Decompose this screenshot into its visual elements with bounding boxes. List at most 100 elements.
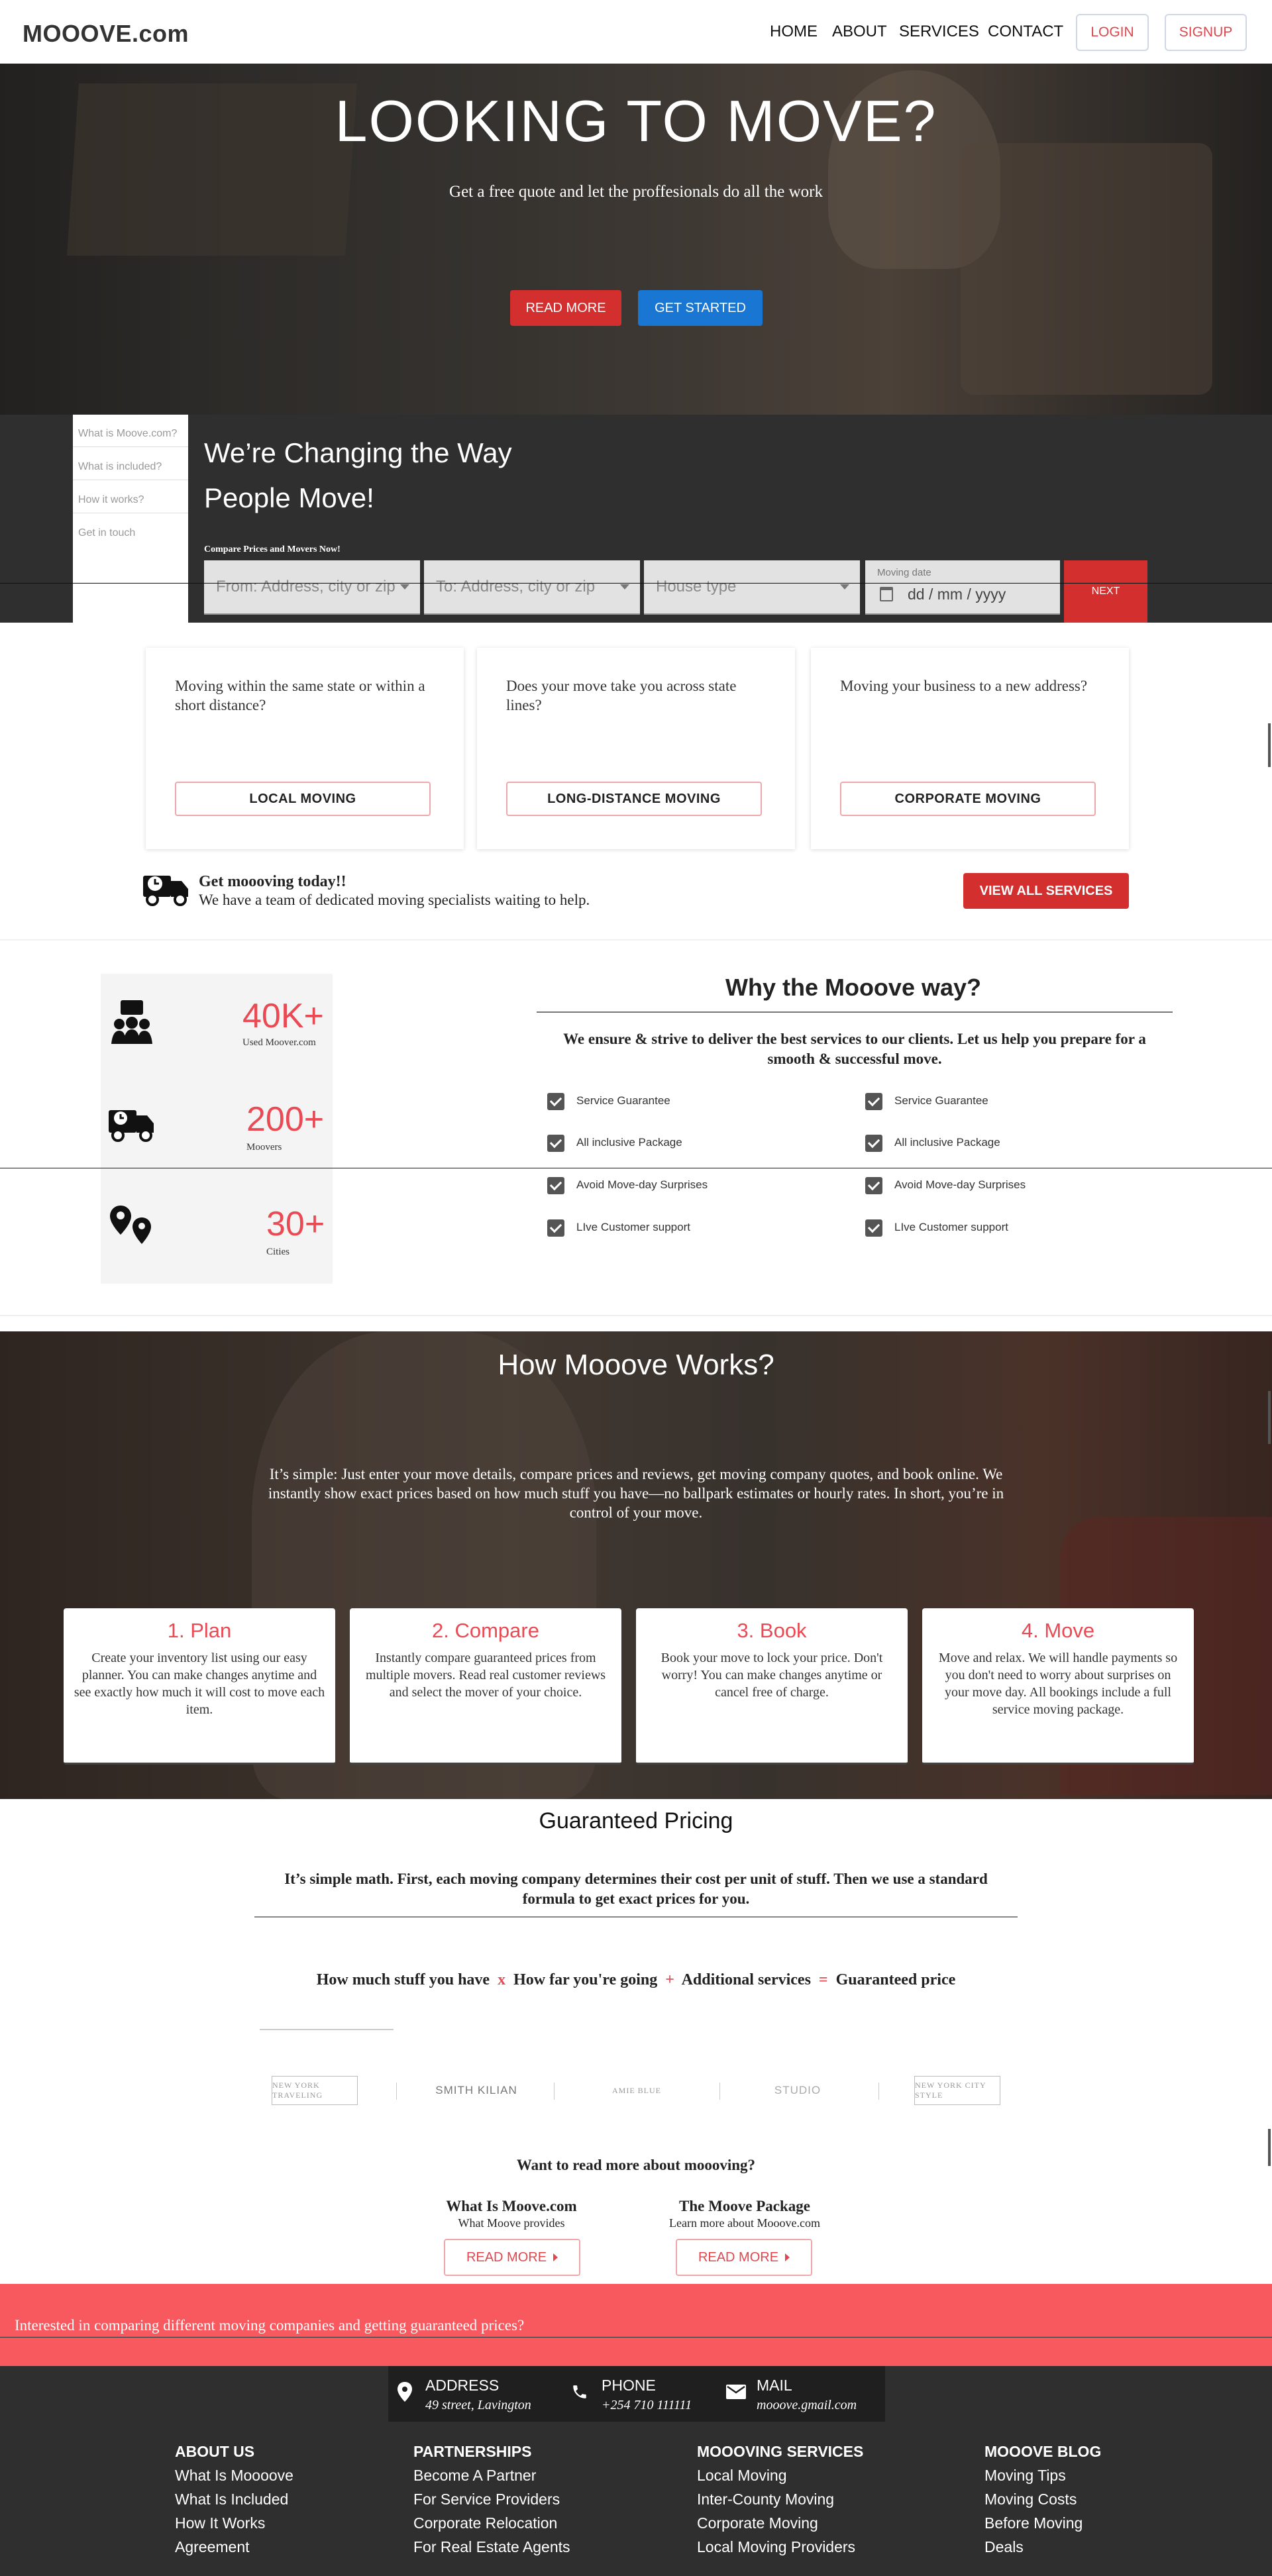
footer-link[interactable]: Local Moving (697, 2467, 787, 2485)
footer-link[interactable]: Deals (984, 2538, 1024, 2556)
step-title: 2. Compare (432, 1619, 539, 1642)
calendar-icon (880, 587, 893, 601)
stat-cities-label: Cities (266, 1247, 290, 1257)
partner-logo: NEW YORK CITY STYLE (914, 2076, 1000, 2105)
footer-link[interactable]: Corporate Moving (697, 2514, 818, 2532)
step-card: 1. Plan Create your inventory list using… (64, 1608, 335, 1765)
read-more-package-button[interactable]: READ MORE (676, 2239, 812, 2276)
read-more-title: What Is Moove.com (446, 2198, 577, 2214)
service-description: Moving your business to a new address? (840, 678, 1088, 694)
button-label: READ MORE (698, 2249, 779, 2265)
stat-moovers-value: 200+ (246, 1100, 325, 1139)
why-title: Why the Mooove way? (725, 974, 982, 1001)
equals-operator: = (818, 1971, 828, 1988)
chevron-down-icon (620, 584, 629, 590)
moving-date-label: Moving date (877, 567, 931, 578)
footer-link[interactable]: Before Moving (984, 2514, 1083, 2532)
scrollbar-thumb[interactable] (1268, 2129, 1271, 2166)
get-mooving-title: Get moooving today!! (199, 873, 346, 890)
long-distance-button[interactable]: LONG-DISTANCE MOVING (506, 782, 762, 816)
footer-heading-partnerships: PARTNERSHIPS (413, 2443, 532, 2460)
side-menu-item[interactable]: How it works? (78, 494, 144, 506)
step-title: 1. Plan (167, 1619, 232, 1642)
cta-banner-text: Interested in comparing different moving… (15, 2317, 525, 2334)
to-address-field[interactable]: To: Address, city or zip (424, 560, 640, 615)
corporate-moving-card: Moving your business to a new address? C… (811, 648, 1129, 849)
scrollbar-thumb[interactable] (1268, 1391, 1271, 1444)
partner-logo: STUDIO (774, 2084, 822, 2096)
side-menu-item[interactable]: What is Moove.com? (78, 428, 177, 440)
footer-link[interactable]: Local Moving Providers (697, 2538, 855, 2556)
formula-term: Guaranteed price (835, 1971, 956, 1988)
plus-operator: + (665, 1971, 674, 1988)
step-card: 2. Compare Instantly compare guaranteed … (350, 1608, 621, 1765)
how-description: It’s simple: Just enter your move detail… (268, 1466, 1004, 1521)
footer-link[interactable]: Moving Tips (984, 2467, 1066, 2485)
header: MOOOVE.com HOME ABOUT SERVICES CONTACT L… (0, 0, 1272, 64)
login-button[interactable]: LOGIN (1076, 14, 1149, 51)
scrollbar-thumb[interactable] (1268, 723, 1271, 767)
service-description: Does your move take you across state lin… (506, 678, 737, 713)
feature-label: All inclusive Package (894, 1136, 1000, 1149)
footer-link[interactable]: Moving Costs (984, 2491, 1077, 2508)
checkbox-icon (547, 1177, 564, 1194)
read-more-moove-button[interactable]: READ MORE (444, 2239, 580, 2276)
footer-heading-about: ABOUT US (175, 2443, 255, 2460)
nav-home[interactable]: HOME (770, 23, 818, 41)
footer-heading-services: MOOOVING SERVICES (697, 2443, 864, 2460)
footer-link[interactable]: Inter-County Moving (697, 2491, 834, 2508)
side-menu: What is Moove.com? What is included? How… (73, 415, 188, 623)
band-title: People Move! (204, 482, 374, 513)
local-moving-button[interactable]: LOCAL MOVING (175, 782, 431, 816)
nav-contact[interactable]: CONTACT (988, 23, 1063, 41)
formula-term: Additional services (681, 1971, 811, 1988)
footer-link[interactable]: For Real Estate Agents (413, 2538, 570, 2556)
checkbox-icon (865, 1135, 882, 1152)
checkbox-icon (547, 1135, 564, 1152)
footer-link[interactable]: What Is Included (175, 2491, 288, 2508)
from-address-field[interactable]: From: Address, city or zip (204, 560, 420, 615)
side-menu-item[interactable]: What is included? (78, 461, 162, 473)
nav-services[interactable]: SERVICES (899, 23, 979, 41)
button-label: READ MORE (466, 2249, 547, 2265)
footer-link[interactable]: Agreement (175, 2538, 250, 2556)
nav-about[interactable]: ABOUT (832, 23, 887, 41)
feature-label: LIve Customer support (576, 1221, 690, 1233)
footer-link[interactable]: For Service Providers (413, 2491, 560, 2508)
moving-date-placeholder: dd / mm / yyyy (908, 586, 1006, 603)
mail-value[interactable]: mooove.gmail.com (757, 2398, 857, 2413)
location-pin-icon (398, 2382, 412, 2402)
footer-link[interactable]: Corporate Relocation (413, 2514, 557, 2532)
phone-value[interactable]: +254 710 111111 (602, 2398, 692, 2413)
read-more-button[interactable]: READ MORE (510, 290, 621, 326)
house-type-select[interactable]: House type (644, 560, 860, 615)
step-card: 3. Book Book your move to lock your pric… (636, 1608, 908, 1765)
footer-link[interactable]: Become A Partner (413, 2467, 536, 2485)
stat-users-value: 40K+ (242, 997, 324, 1035)
next-button[interactable]: NEXT (1064, 560, 1147, 623)
address-label: ADDRESS (425, 2377, 500, 2394)
chevron-down-icon (840, 584, 849, 590)
corporate-moving-button[interactable]: CORPORATE MOVING (840, 782, 1096, 816)
site-logo[interactable]: MOOOVE.com (23, 20, 189, 48)
step-description: Instantly compare guaranteed prices from… (365, 1651, 606, 1700)
caret-right-icon (553, 2253, 558, 2261)
feature-label: Service Guarantee (576, 1094, 670, 1107)
feature-label: Avoid Move-day Surprises (576, 1178, 708, 1191)
get-started-button[interactable]: GET STARTED (638, 290, 763, 326)
truck-clock-icon (143, 876, 188, 906)
step-description: Book your move to lock your price. Don't… (661, 1651, 883, 1700)
why-subtitle: We ensure & strive to deliver the best s… (563, 1031, 1146, 1067)
side-menu-item[interactable]: Get in touch (78, 527, 135, 539)
footer-link[interactable]: What Is Moooove (175, 2467, 293, 2485)
signup-button[interactable]: SIGNUP (1165, 14, 1247, 51)
mail-label: MAIL (757, 2377, 792, 2394)
truck-icon (109, 1110, 154, 1142)
moving-date-field[interactable]: Moving date dd / mm / yyyy (865, 560, 1060, 615)
chevron-down-icon (400, 584, 409, 590)
feature-label: All inclusive Package (576, 1136, 682, 1149)
view-all-services-button[interactable]: VIEW ALL SERVICES (963, 873, 1129, 909)
pricing-description: It’s simple math. First, each moving com… (284, 1871, 988, 1907)
footer-link[interactable]: How It Works (175, 2514, 265, 2532)
read-more-subtitle: What Moove provides (458, 2216, 565, 2230)
